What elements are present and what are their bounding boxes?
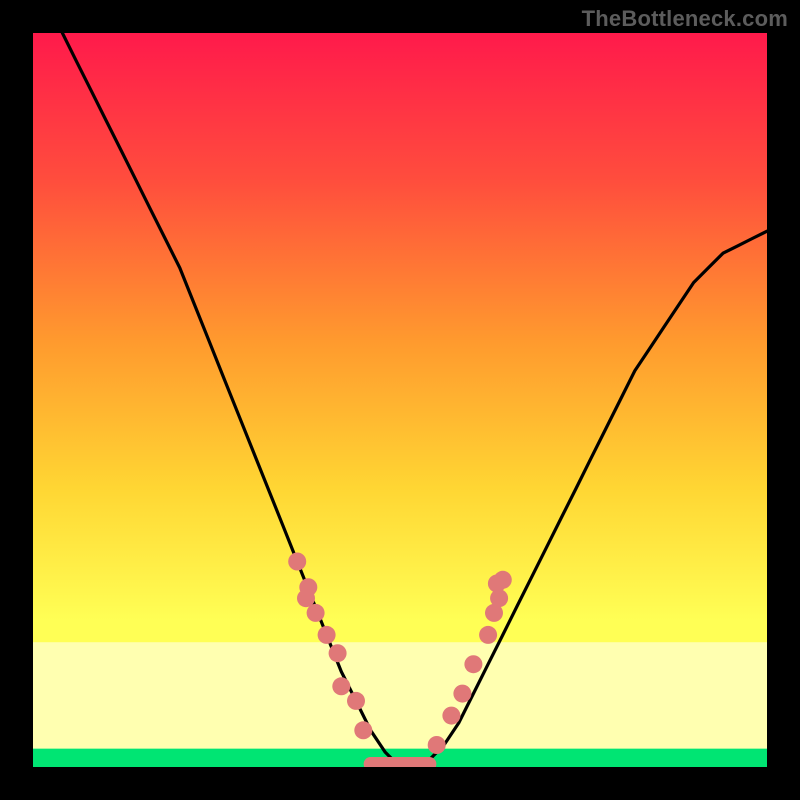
marker-dot [428,736,446,754]
plot-area [33,33,767,767]
chart-svg [33,33,767,767]
bands-layer [33,642,767,767]
marker-dot [318,626,336,644]
outer-frame: TheBottleneck.com [0,0,800,800]
marker-dot [307,604,325,622]
marker-dot [453,685,471,703]
marker-dot [479,626,497,644]
marker-dot [354,721,372,739]
marker-dot [464,655,482,673]
marker-dot [288,553,306,571]
marker-dot [329,644,347,662]
marker-dot [442,707,460,725]
marker-dot [347,692,365,710]
marker-dot [488,575,506,593]
band-pale-yellow [33,642,767,767]
watermark-text: TheBottleneck.com [582,6,788,32]
marker-dot [297,589,315,607]
marker-dot [332,677,350,695]
